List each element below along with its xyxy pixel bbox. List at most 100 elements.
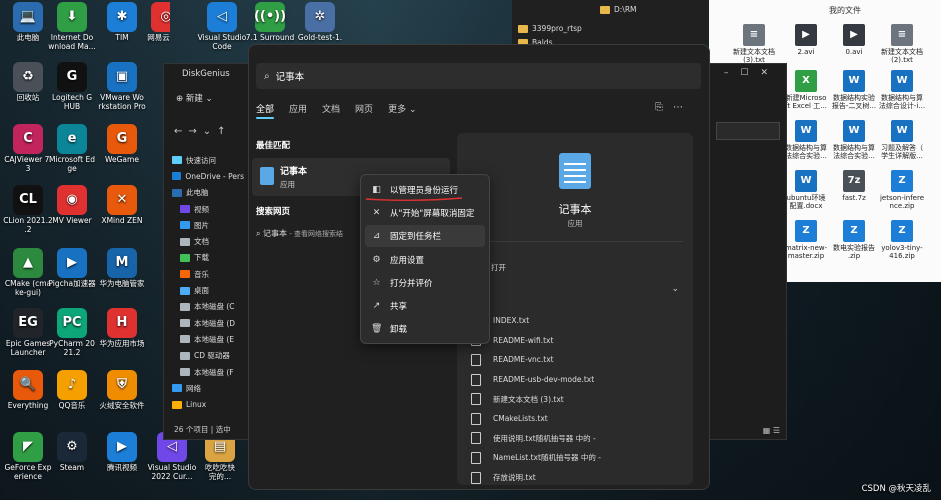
new-button[interactable]: ⊕ 新建 ⌄ (176, 92, 213, 104)
desktop-file[interactable]: W 习题及解答（ 学生详解版... (876, 120, 928, 160)
desktop-shortcut[interactable]: ▶ Pigcha加速器 (46, 248, 98, 289)
desktop-file[interactable]: W 数据结构与算 法综合实验... (828, 120, 880, 160)
tab-apps[interactable]: 应用 (289, 102, 307, 115)
context-menu-item[interactable]: ☆ 打分并评价 (365, 272, 485, 294)
recent-file-item[interactable]: CMakeLists.txt (471, 409, 681, 429)
recent-file-item[interactable]: 新建文本文档 (3).txt (471, 389, 681, 409)
context-menu-item[interactable]: ⊿ 固定到任务栏 (365, 225, 485, 248)
recent-file-item[interactable]: INDEX.txt (471, 311, 681, 331)
open-action[interactable]: 打开 (491, 262, 506, 273)
desktop-file[interactable]: Zjetson-infere nce.zip (876, 170, 928, 210)
desktop-file[interactable]: X 新建Microso ft Excel 工... (780, 70, 832, 110)
preview-title: 记事本 (558, 203, 592, 216)
tree-item[interactable]: Linux (172, 396, 244, 412)
tree-item[interactable]: 本地磁盘 (E (172, 331, 244, 347)
desktop-shortcut[interactable]: ((•)) 7.1 Surround (244, 2, 296, 43)
share-icon[interactable]: ⎘ (655, 102, 673, 113)
tab-more[interactable]: 更多 ⌄ (388, 102, 416, 115)
recent-file-label: 存放说明.txt (493, 473, 536, 483)
desktop-shortcut[interactable]: ⚙ Steam (46, 432, 98, 473)
window-controls[interactable]: –☐✕ (724, 68, 780, 78)
desktop-file[interactable]: W 数据结构与算 法综合设计-i... (876, 70, 928, 110)
desktop-file[interactable]: ≡ 新建文本文档 (2).txt (876, 24, 928, 64)
tree-item-label: OneDrive - Pers (185, 171, 244, 181)
folder-icon (180, 270, 190, 279)
desktop-file[interactable]: Wubuntu环境 配置.docx (780, 170, 832, 210)
tree-item[interactable]: 网络 (172, 380, 244, 396)
desktop-shortcut[interactable]: ⛨ 火绒安全软件 (96, 370, 148, 411)
folder-path[interactable]: D:\RM (600, 5, 637, 14)
tree-item[interactable]: 本地磁盘 (C (172, 299, 244, 315)
desktop-shortcut[interactable]: G WeGame (96, 124, 148, 165)
tree-item[interactable]: 本地磁盘 (F (172, 364, 244, 380)
view-toggle-icons[interactable]: ▦ ☰ (763, 426, 780, 435)
recent-file-label: NameList.txt随机抽号器 中的 - (493, 453, 601, 463)
context-menu-item[interactable]: ✕ 从"开始"屏幕取消固定 (365, 202, 485, 224)
desktop-shortcut[interactable]: ◁ Visual Studio Code (196, 2, 248, 51)
explorer-search-input[interactable] (716, 122, 780, 140)
web-search-item[interactable]: ⌕ 记事本 - 查看网络搜索结 (256, 228, 343, 239)
desktop-shortcut[interactable]: e Microsoft Ed ge (46, 124, 98, 173)
file-label: 数据结构与算 法综合设计-i... (878, 94, 926, 111)
desktop-file[interactable]: W 数据结构与算 法综合实验... (780, 120, 832, 160)
tree-item[interactable]: 快速访问 (172, 152, 244, 168)
tree-item[interactable]: OneDrive - Pers (172, 168, 244, 184)
context-menu-item[interactable]: 🗑 卸载 (365, 318, 485, 340)
desktop-shortcut[interactable]: G Logitech G HUB (46, 62, 98, 111)
tab-documents[interactable]: 文档 (322, 102, 340, 115)
desktop-file[interactable]: ▶ 0.avi (828, 24, 880, 56)
desktop-shortcut[interactable]: ◉ MV Viewer (46, 185, 98, 226)
tab-all[interactable]: 全部 (256, 102, 275, 119)
desktop-file[interactable]: Zyolov3-tiny- 416.zip (876, 220, 928, 260)
recent-file-label: README-wifi.txt (493, 335, 554, 345)
app-icon: 💻 (13, 2, 43, 32)
desktop-file[interactable]: Z 数电实验报告 .zip (828, 220, 880, 260)
file-icon: ▶ (843, 24, 865, 46)
tree-item[interactable]: 本地磁盘 (D (172, 315, 244, 331)
app-icon: G (107, 124, 137, 154)
app-icon: ▣ (107, 62, 137, 92)
desktop-shortcut[interactable]: PC PyCharm 20 21.2 (46, 308, 98, 357)
tree-item[interactable]: 视频 (172, 201, 244, 217)
desktop-file[interactable]: 7z fast.7z (828, 170, 880, 202)
folder-item[interactable]: 3399pro_rtsp (518, 24, 582, 33)
desktop-shortcut[interactable]: H 华为应用市场 (96, 308, 148, 349)
recent-file-item[interactable]: README-wifi.txt (471, 331, 681, 351)
tree-item[interactable]: 图片 (172, 217, 244, 233)
recent-file-item[interactable]: 存放说明.txt (471, 468, 681, 485)
desktop-shortcut[interactable]: M 华为电脑管家 (96, 248, 148, 289)
context-menu-item[interactable]: ⚙ 应用设置 (365, 249, 485, 271)
chevron-down-icon[interactable]: ⌄ (671, 284, 679, 294)
desktop-shortcut[interactable]: ✲ Gold-test-1. (294, 2, 346, 43)
recent-file-item[interactable]: README-vnc.txt (471, 350, 681, 370)
desktop-shortcut[interactable]: ✕ XMind ZEN (96, 185, 148, 226)
recent-file-item[interactable]: README-usb-dev-mode.txt (471, 370, 681, 390)
recent-file-item[interactable]: 使用说明.txt随机抽号器 中的 - (471, 429, 681, 449)
app-icon: 🔍 (13, 370, 43, 400)
tree-item[interactable]: CD 驱动器 (172, 348, 244, 364)
app-icon: ✲ (305, 2, 335, 32)
context-menu-item[interactable]: ↗ 共享 (365, 295, 485, 317)
search-input[interactable]: ⌕ 记事本 (256, 63, 701, 89)
desktop-file[interactable]: ≡ 新建文本文档 (3).txt (728, 24, 780, 64)
app-icon: ▶ (107, 432, 137, 462)
tab-web[interactable]: 网页 (355, 102, 373, 115)
desktop-shortcut[interactable]: ♪ QQ音乐 (46, 370, 98, 411)
tree-item[interactable]: 桌面 (172, 282, 244, 298)
tree-item[interactable]: 此电脑 (172, 185, 244, 201)
recent-file-item[interactable]: NameList.txt随机抽号器 中的 - (471, 448, 681, 468)
desktop-shortcut[interactable]: ◎网易云音乐 (140, 2, 170, 43)
desktop-shortcut[interactable]: ▣ VMware Wo rkstation Pro (96, 62, 148, 111)
context-menu-label: 以管理员身份运行 (390, 186, 459, 196)
tree-item[interactable]: 文档 (172, 233, 244, 249)
app-icon: ✱ (107, 2, 137, 32)
tree-item[interactable]: 下载 (172, 250, 244, 266)
tree-item[interactable]: 音乐 (172, 266, 244, 282)
desktop-shortcut[interactable]: ▶ 腾讯视频 (96, 432, 148, 473)
more-icon[interactable]: ⋯ (673, 102, 693, 113)
desktop-file[interactable]: ▶ 2.avi (780, 24, 832, 56)
desktop-file[interactable]: W 数据结构实验 报告-二叉树... (828, 70, 880, 110)
desktop-shortcut[interactable]: ⬇ Internet Do wnload Ma... (46, 2, 98, 51)
desktop-file[interactable]: Zmatrix-new- master.zip (780, 220, 832, 260)
nav-arrows[interactable]: ←→⌄↑ (174, 126, 232, 137)
